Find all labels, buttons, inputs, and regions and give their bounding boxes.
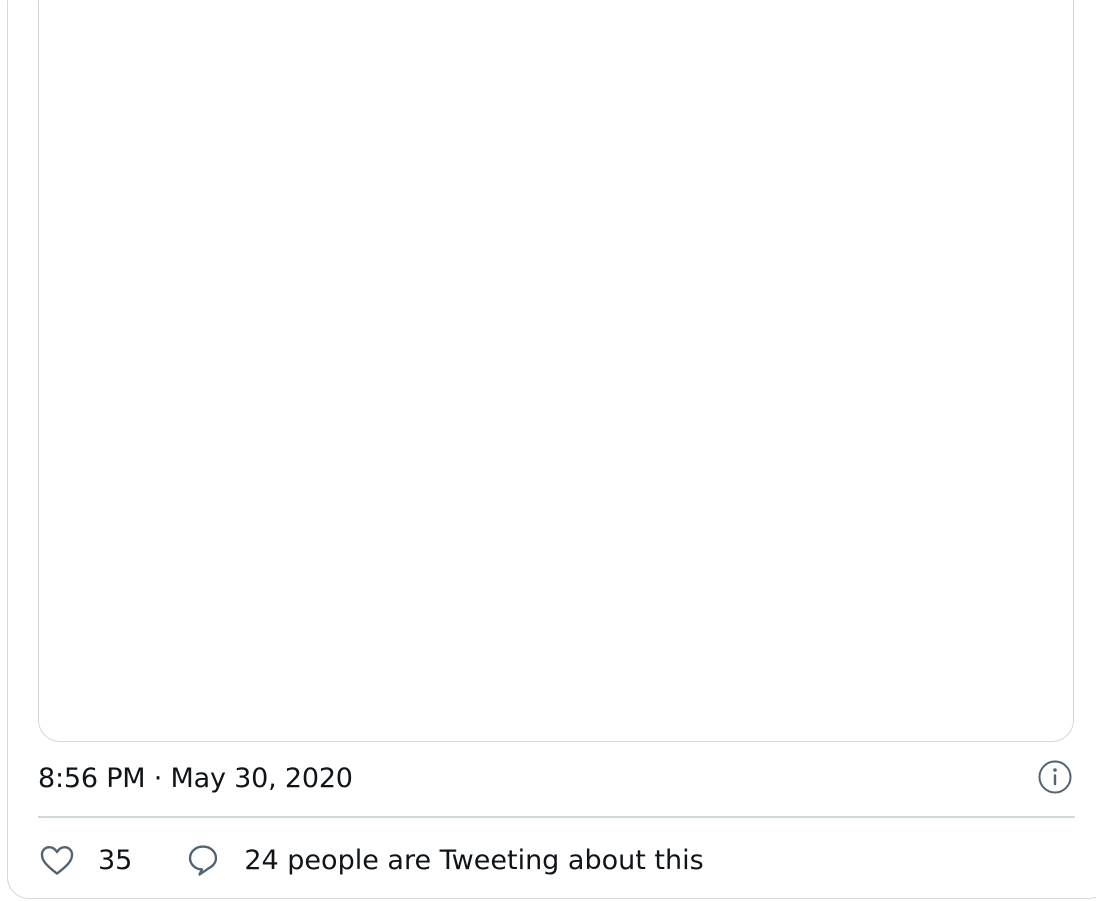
like-button[interactable]: 35	[38, 841, 132, 879]
speech-bubble-icon	[184, 841, 222, 879]
divider	[38, 816, 1075, 818]
embedded-media-frame[interactable]	[38, 0, 1074, 742]
conversation-label: 24 people are Tweeting about this	[244, 844, 704, 876]
heart-outline-icon	[38, 841, 76, 879]
like-count: 35	[98, 844, 133, 876]
tweet-actions: 35 24 people are Tweeting about this	[38, 840, 704, 880]
info-circle-icon[interactable]	[1037, 759, 1073, 795]
conversation-link[interactable]: 24 people are Tweeting about this	[184, 841, 704, 879]
tweet-timestamp[interactable]: 8:56 PM · May 30, 2020	[38, 759, 353, 799]
